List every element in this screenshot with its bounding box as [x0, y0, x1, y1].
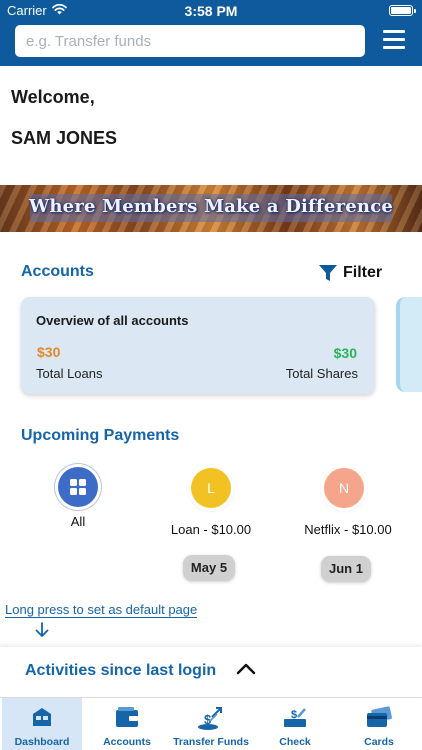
welcome-text: Welcome, [11, 87, 95, 107]
tab-check[interactable]: $ Check [254, 698, 336, 750]
total-loans-label: Total Loans [36, 366, 103, 381]
svg-text:$: $ [291, 709, 297, 721]
payment-loan-label: Loan - $10.00 [170, 522, 252, 537]
app-header: Carrier 3:58 PM [0, 0, 422, 66]
filter-button[interactable]: Filter [318, 261, 382, 285]
tab-check-label: Check [279, 736, 311, 748]
tab-cards[interactable]: Cards [338, 698, 420, 750]
filter-icon [319, 265, 337, 281]
total-loans-value: $30 [37, 344, 61, 360]
payment-all-label: All [70, 514, 86, 529]
cards-icon [367, 706, 392, 727]
activities-title: Activities since last login [25, 662, 217, 679]
bottom-tab-bar: Dashboard Accounts $ Transfer Funds $ Ch… [0, 697, 422, 750]
overview-title: Overview of all accounts [36, 313, 189, 328]
payment-netflix-date: Jun 1 [321, 556, 371, 582]
search-input[interactable] [15, 25, 365, 57]
chevron-up-icon[interactable] [235, 660, 257, 678]
upcoming-payments-title: Upcoming Payments [21, 427, 180, 444]
next-account-card[interactable] [396, 297, 422, 392]
payment-netflix-label: Netflix - $10.00 [304, 522, 392, 537]
set-default-page-link[interactable]: Long press to set as default page [5, 603, 198, 618]
tab-dashboard[interactable]: Dashboard [2, 698, 82, 750]
tab-transfer-funds[interactable]: $ Transfer Funds [170, 698, 252, 750]
filter-label: Filter [343, 264, 383, 281]
wallet-icon [116, 707, 138, 727]
total-shares-label: Total Shares [285, 366, 358, 381]
hamburger-menu-icon[interactable] [383, 30, 405, 50]
clock: 3:58 PM [184, 3, 238, 19]
payment-loan-date: May 5 [183, 555, 235, 581]
transfer-funds-icon: $ [198, 707, 222, 730]
payment-loan-avatar[interactable]: L [191, 468, 231, 508]
tab-dashboard-label: Dashboard [14, 736, 70, 748]
payment-netflix-avatar[interactable]: N [324, 468, 364, 508]
accounts-overview-card[interactable]: Overview of all accounts $30 Total Loans… [21, 297, 375, 394]
battery-icon [389, 5, 416, 16]
payment-filter-all[interactable] [58, 467, 98, 507]
user-name: SAM JONES [11, 128, 118, 148]
grid-icon [70, 479, 86, 495]
accounts-title: Accounts [21, 263, 94, 280]
promo-banner[interactable]: Where Members Make a Difference [0, 185, 422, 232]
check-deposit-icon: $ [284, 708, 306, 727]
activities-panel[interactable]: Activities since last login [0, 647, 422, 695]
total-shares-value: $30 [333, 345, 357, 361]
banner-text: Where Members Make a Difference [28, 196, 394, 217]
dashboard-icon [33, 708, 51, 726]
tab-transfer-funds-label: Transfer Funds [173, 736, 249, 748]
down-arrow-icon [35, 622, 49, 638]
tab-accounts[interactable]: Accounts [86, 698, 168, 750]
tab-accounts-label: Accounts [103, 736, 151, 748]
tab-cards-label: Cards [364, 736, 394, 748]
status-bar: Carrier 3:58 PM [0, 0, 422, 22]
